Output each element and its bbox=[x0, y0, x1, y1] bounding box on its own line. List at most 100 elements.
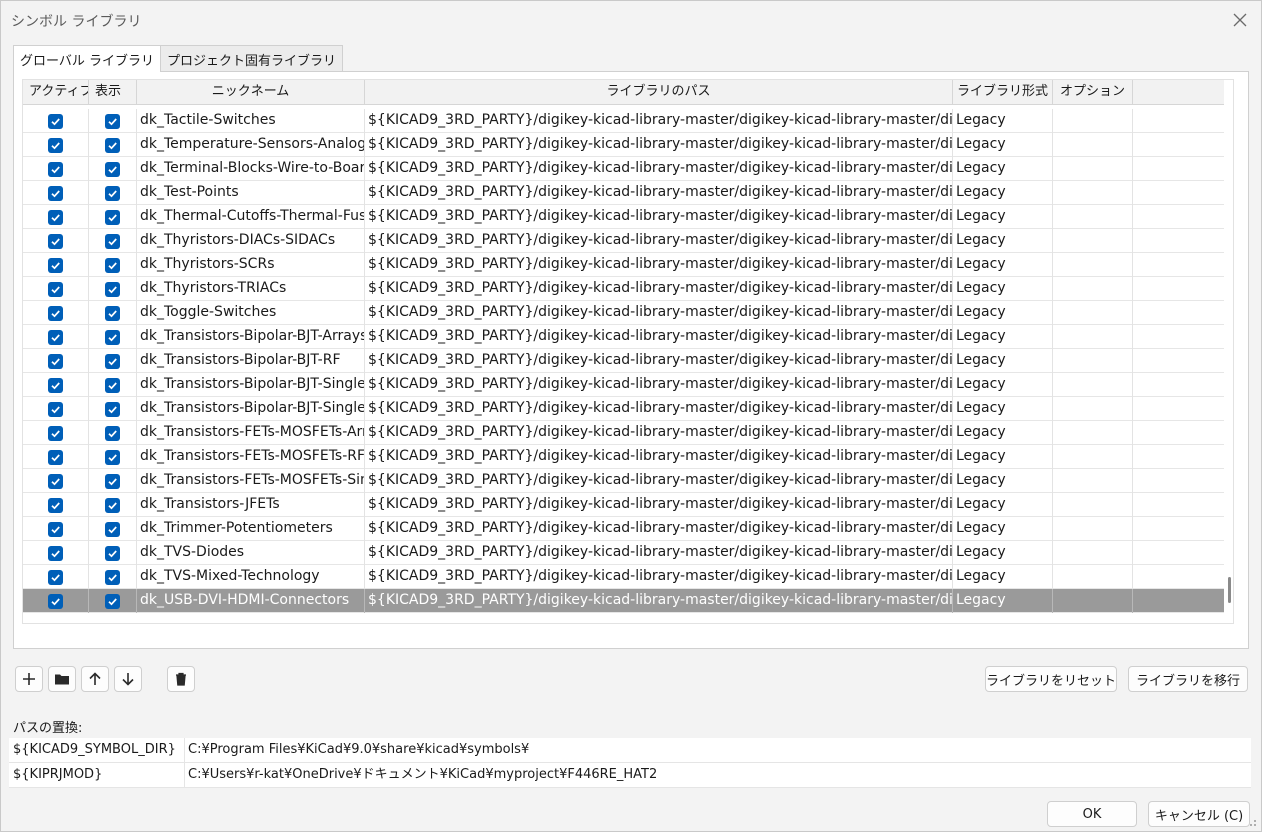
table-row[interactable]: dk_Thyristors-DIACs-SIDACs ${KICAD9_3RD_P… bbox=[23, 229, 1224, 253]
path-cell[interactable]: ${KICAD9_3RD_PARTY}/digikey-kicad-librar… bbox=[365, 421, 953, 445]
format-cell[interactable]: Legacy bbox=[953, 205, 1053, 229]
table-row[interactable]: dk_Transistors-Bipolar-BJT-Single-Pre-Bi… bbox=[23, 397, 1224, 421]
format-cell[interactable]: Legacy bbox=[953, 325, 1053, 349]
nickname-cell[interactable]: dk_Trimmer-Potentiometers bbox=[137, 517, 365, 541]
path-cell[interactable]: ${KICAD9_3RD_PARTY}/digikey-kicad-librar… bbox=[365, 325, 953, 349]
format-cell[interactable]: Legacy bbox=[953, 445, 1053, 469]
description-cell[interactable] bbox=[1133, 157, 1224, 181]
nickname-cell[interactable]: dk_Temperature-Sensors-Analog-and-Digita… bbox=[137, 133, 365, 157]
table-row[interactable]: dk_Transistors-Bipolar-BJT-Single ${KICAD… bbox=[23, 373, 1224, 397]
nickname-cell[interactable]: dk_Transistors-JFETs bbox=[137, 493, 365, 517]
visible-checkbox[interactable] bbox=[105, 113, 120, 129]
nickname-cell[interactable]: dk_Toggle-Switches bbox=[137, 301, 365, 325]
table-row[interactable]: dk_Transistors-Bipolar-BJT-RF ${KICAD9_3R… bbox=[23, 349, 1224, 373]
active-checkbox[interactable] bbox=[48, 449, 63, 465]
format-cell[interactable]: Legacy bbox=[953, 373, 1053, 397]
table-row[interactable]: dk_Transistors-FETs-MOSFETs-Arrays${KICA… bbox=[23, 421, 1224, 445]
format-cell[interactable]: Legacy bbox=[953, 181, 1053, 205]
table-row[interactable]: dk_Transistors-FETs-MOSFETs-Single${KICA… bbox=[23, 469, 1224, 493]
tab-global-libraries[interactable]: グローバル ライブラリ bbox=[13, 45, 162, 72]
options-cell[interactable] bbox=[1053, 205, 1133, 229]
description-cell[interactable] bbox=[1133, 277, 1224, 301]
visible-checkbox[interactable] bbox=[105, 521, 120, 537]
visible-checkbox[interactable] bbox=[105, 161, 120, 177]
active-checkbox[interactable] bbox=[48, 329, 63, 345]
path-cell[interactable]: ${KICAD9_3RD_PARTY}/digikey-kicad-librar… bbox=[365, 517, 953, 541]
active-checkbox[interactable] bbox=[48, 569, 63, 585]
visible-checkbox[interactable] bbox=[105, 137, 120, 153]
format-cell[interactable]: Legacy bbox=[953, 397, 1053, 421]
table-row[interactable]: dk_Temperature-Sensors-Analog-and-Digita… bbox=[23, 133, 1224, 157]
path-cell[interactable]: ${KICAD9_3RD_PARTY}/digikey-kicad-librar… bbox=[365, 277, 953, 301]
format-cell[interactable]: Legacy bbox=[953, 277, 1053, 301]
path-cell[interactable]: ${KICAD9_3RD_PARTY}/digikey-kicad-librar… bbox=[365, 493, 953, 517]
table-row[interactable]: dk_Terminal-Blocks-Wire-to-Board ${KICAD9… bbox=[23, 157, 1224, 181]
close-button[interactable] bbox=[1227, 7, 1253, 33]
visible-checkbox[interactable] bbox=[105, 185, 120, 201]
visible-checkbox[interactable] bbox=[105, 353, 120, 369]
nickname-cell[interactable]: dk_Thyristors-SCRs bbox=[137, 253, 365, 277]
format-cell[interactable]: Legacy bbox=[953, 565, 1053, 589]
table-row[interactable]: dk_Tactile-Switches ${KICAD9_3RD_PARTY}/d… bbox=[23, 109, 1224, 133]
description-cell[interactable] bbox=[1133, 133, 1224, 157]
nickname-cell[interactable]: dk_Transistors-Bipolar-BJT-RF bbox=[137, 349, 365, 373]
path-cell[interactable]: ${KICAD9_3RD_PARTY}/digikey-kicad-librar… bbox=[365, 373, 953, 397]
options-cell[interactable] bbox=[1053, 325, 1133, 349]
nickname-cell[interactable]: dk_TVS-Diodes bbox=[137, 541, 365, 565]
format-cell[interactable]: Legacy bbox=[953, 349, 1053, 373]
ok-button[interactable]: OK bbox=[1047, 801, 1137, 827]
visible-checkbox[interactable] bbox=[105, 209, 120, 225]
active-checkbox[interactable] bbox=[48, 281, 63, 297]
options-cell[interactable] bbox=[1053, 253, 1133, 277]
path-cell[interactable]: ${KICAD9_3RD_PARTY}/digikey-kicad-librar… bbox=[365, 181, 953, 205]
path-cell[interactable]: ${KICAD9_3RD_PARTY}/digikey-kicad-librar… bbox=[365, 253, 953, 277]
description-cell[interactable] bbox=[1133, 517, 1224, 541]
description-cell[interactable] bbox=[1133, 469, 1224, 493]
path-cell[interactable]: ${KICAD9_3RD_PARTY}/digikey-kicad-librar… bbox=[365, 349, 953, 373]
path-cell[interactable]: ${KICAD9_3RD_PARTY}/digikey-kicad-librar… bbox=[365, 541, 953, 565]
visible-checkbox[interactable] bbox=[105, 233, 120, 249]
visible-checkbox[interactable] bbox=[105, 449, 120, 465]
format-cell[interactable]: Legacy bbox=[953, 301, 1053, 325]
nickname-cell[interactable]: dk_TVS-Mixed-Technology bbox=[137, 565, 365, 589]
nickname-cell[interactable]: dk_Transistors-Bipolar-BJT-Arrays bbox=[137, 325, 365, 349]
format-cell[interactable]: Legacy bbox=[953, 109, 1053, 133]
description-cell[interactable] bbox=[1133, 421, 1224, 445]
format-cell[interactable]: Legacy bbox=[953, 541, 1053, 565]
nickname-cell[interactable]: dk_Transistors-Bipolar-BJT-Single bbox=[137, 373, 365, 397]
format-cell[interactable]: Legacy bbox=[953, 253, 1053, 277]
path-cell[interactable]: ${KICAD9_3RD_PARTY}/digikey-kicad-librar… bbox=[365, 133, 953, 157]
path-cell[interactable]: ${KICAD9_3RD_PARTY}/digikey-kicad-librar… bbox=[365, 229, 953, 253]
active-checkbox[interactable] bbox=[48, 233, 63, 249]
description-cell[interactable] bbox=[1133, 109, 1224, 133]
description-cell[interactable] bbox=[1133, 541, 1224, 565]
description-cell[interactable] bbox=[1133, 445, 1224, 469]
nickname-cell[interactable]: dk_Terminal-Blocks-Wire-to-Board bbox=[137, 157, 365, 181]
active-checkbox[interactable] bbox=[48, 137, 63, 153]
active-checkbox[interactable] bbox=[48, 401, 63, 417]
options-cell[interactable] bbox=[1053, 181, 1133, 205]
options-cell[interactable] bbox=[1053, 157, 1133, 181]
options-cell[interactable] bbox=[1053, 373, 1133, 397]
path-cell[interactable]: ${KICAD9_3RD_PARTY}/digikey-kicad-librar… bbox=[365, 565, 953, 589]
format-cell[interactable]: Legacy bbox=[953, 157, 1053, 181]
description-cell[interactable] bbox=[1133, 589, 1224, 613]
description-cell[interactable] bbox=[1133, 301, 1224, 325]
column-header-active[interactable]: アクティブ bbox=[23, 80, 89, 105]
active-checkbox[interactable] bbox=[48, 113, 63, 129]
path-cell[interactable]: ${KICAD9_3RD_PARTY}/digikey-kicad-librar… bbox=[365, 157, 953, 181]
format-cell[interactable]: Legacy bbox=[953, 589, 1053, 613]
visible-checkbox[interactable] bbox=[105, 545, 120, 561]
options-cell[interactable] bbox=[1053, 517, 1133, 541]
active-checkbox[interactable] bbox=[48, 305, 63, 321]
options-cell[interactable] bbox=[1053, 277, 1133, 301]
options-cell[interactable] bbox=[1053, 349, 1133, 373]
nickname-cell[interactable]: dk_Transistors-FETs-MOSFETs-Single bbox=[137, 469, 365, 493]
description-cell[interactable] bbox=[1133, 493, 1224, 517]
active-checkbox[interactable] bbox=[48, 497, 63, 513]
table-row[interactable]: dk_Trimmer-Potentiometers ${KICAD9_3RD_PA… bbox=[23, 517, 1224, 541]
visible-checkbox[interactable] bbox=[105, 305, 120, 321]
description-cell[interactable] bbox=[1133, 181, 1224, 205]
table-row[interactable]: dk_Thermal-Cutoffs-Thermal-Fuses ${KICAD9… bbox=[23, 205, 1224, 229]
column-header-visible[interactable]: 表示 bbox=[89, 80, 137, 105]
